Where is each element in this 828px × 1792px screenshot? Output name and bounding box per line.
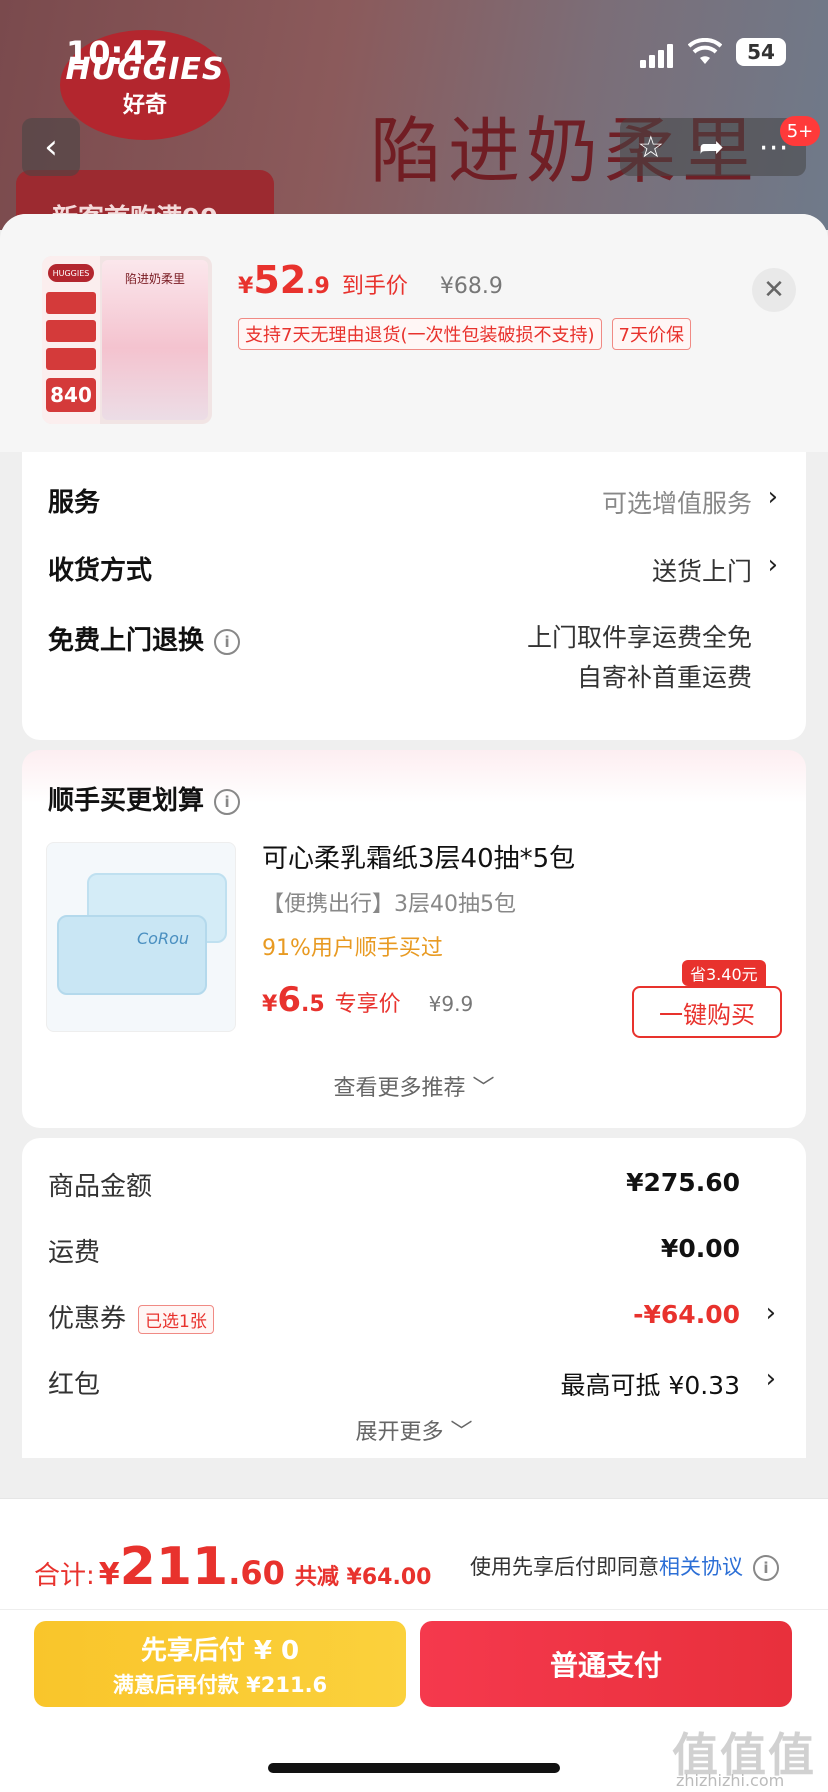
- price-label: 到手价: [341, 274, 408, 299]
- agreement-link[interactable]: 相关协议: [659, 1555, 743, 1579]
- chevron-right-icon[interactable]: ›: [766, 1298, 776, 1328]
- delivery-value[interactable]: 送货上门: [652, 552, 752, 588]
- savings-badge: 省3.40元: [682, 960, 766, 986]
- close-button[interactable]: ✕: [752, 268, 796, 312]
- normal-pay-button[interactable]: 普通支付: [420, 1621, 792, 1707]
- shipping-label: 运费: [48, 1238, 101, 1268]
- recommended-original-price: ¥9.9: [428, 992, 474, 1016]
- price-protect-tag: 7天价保: [611, 318, 691, 350]
- original-price: ¥68.9: [439, 274, 503, 299]
- product-price: ¥ 52 .9 到手价 ¥68.9: [238, 258, 503, 302]
- expand-more-link[interactable]: 展开更多 ﹀: [22, 1414, 806, 1446]
- total-discount: 共减 ¥64.00: [294, 1565, 432, 1590]
- recommendation-card: 顺手买更划算 i CoRou 可心柔乳霜纸3层40抽*5包 【便携出行】3层40抽…: [22, 750, 806, 1128]
- return-value-1: 上门取件享运费全免: [526, 623, 752, 652]
- one-click-buy-button[interactable]: 一键购买: [632, 986, 782, 1038]
- red-packet-label: 红包: [48, 1370, 101, 1400]
- recommended-price: ¥ 6 .5 专享价 ¥9.9: [262, 980, 474, 1020]
- star-icon[interactable]: ☆: [637, 130, 664, 165]
- service-value[interactable]: 可选增值服务: [602, 484, 752, 520]
- shipping-value: ¥0.00: [660, 1234, 740, 1263]
- pay-later-button[interactable]: 先享后付 ¥ 0 满意后再付款 ¥211.6: [34, 1621, 406, 1707]
- top-actions: ☆ ➦ ⋯: [620, 118, 806, 176]
- return-value-2: 自寄补首重运费: [576, 663, 752, 692]
- thumbnail-price-badge: 840: [46, 378, 96, 412]
- recommended-product-image[interactable]: CoRou: [46, 842, 236, 1032]
- divider: [0, 1609, 828, 1610]
- coupon-value[interactable]: -¥64.00: [633, 1300, 740, 1329]
- wifi-icon: [688, 38, 722, 64]
- amounts-card: 商品金额 ¥275.60 运费 ¥0.00 优惠券 已选1张 -¥64.00 › …: [22, 1138, 806, 1458]
- recommended-product-spec: 【便携出行】3层40抽5包: [262, 892, 516, 917]
- back-button[interactable]: ‹: [22, 118, 80, 176]
- service-tags: 支持7天无理由退货(一次性包装破损不支持) 7天价保: [238, 318, 691, 350]
- recommended-product-name[interactable]: 可心柔乳霜纸3层40抽*5包: [262, 838, 575, 875]
- signal-icon: [640, 44, 673, 68]
- more-recommendations-link[interactable]: 查看更多推荐 ﹀: [22, 1070, 806, 1102]
- services-card: 服务 可选增值服务 › 收货方式 送货上门 › 免费上门退换 i 上门取件享运费全…: [22, 452, 806, 740]
- total-amount: 合计: ¥ 211 .60 共减 ¥64.00: [34, 1537, 432, 1597]
- thumbnail-title: 陷进奶柔里: [124, 272, 185, 286]
- watermark-url: zhizhizhi.com: [676, 1771, 785, 1790]
- goods-amount-value: ¥275.60: [626, 1168, 740, 1197]
- purchase-rate: 91%用户顺手买过: [262, 936, 443, 961]
- recommendation-title: 顺手买更划算 i: [48, 780, 241, 817]
- goods-amount-label: 商品金额: [48, 1172, 153, 1202]
- coupon-label: 优惠券 已选1张: [48, 1298, 214, 1335]
- product-thumbnail: HUGGIES 840 陷进奶柔里: [42, 256, 212, 424]
- info-icon[interactable]: i: [753, 1555, 779, 1581]
- red-packet-value[interactable]: 最高可抵 ¥0.33: [560, 1366, 740, 1402]
- agreement-text: 使用先享后付即同意相关协议 i: [470, 1551, 779, 1581]
- service-label: 服务: [48, 488, 101, 518]
- battery-indicator: 54: [736, 38, 786, 66]
- chevron-right-icon[interactable]: ›: [766, 1364, 776, 1394]
- status-time: 10:47: [66, 34, 168, 72]
- delivery-label: 收货方式: [48, 556, 153, 586]
- product-summary: HUGGIES 840 陷进奶柔里 ¥ 52 .9 到手价 ¥68.9 支持7天…: [0, 214, 828, 452]
- status-bar: 10:47 54: [0, 0, 828, 100]
- coupon-selected-tag: 已选1张: [138, 1305, 214, 1334]
- product-brand: CoRou: [137, 929, 190, 948]
- chevron-right-icon[interactable]: ›: [768, 482, 778, 512]
- info-icon[interactable]: i: [214, 788, 241, 815]
- notification-badge: 5+: [780, 116, 820, 146]
- checkout-bar: 合计: ¥ 211 .60 共减 ¥64.00 使用先享后付即同意相关协议 i 先…: [0, 1498, 828, 1792]
- return-policy-tag: 支持7天无理由退货(一次性包装破损不支持): [238, 318, 602, 350]
- thumbnail-logo: HUGGIES: [48, 264, 94, 282]
- return-label: 免费上门退换 i: [48, 620, 241, 657]
- home-indicator: [268, 1763, 560, 1773]
- info-icon[interactable]: i: [214, 628, 241, 655]
- chevron-left-icon: ‹: [44, 127, 58, 167]
- share-icon[interactable]: ➦: [699, 130, 724, 165]
- exclusive-price-label: 专享价: [334, 992, 401, 1017]
- close-icon: ✕: [763, 275, 785, 305]
- chevron-right-icon[interactable]: ›: [768, 550, 778, 580]
